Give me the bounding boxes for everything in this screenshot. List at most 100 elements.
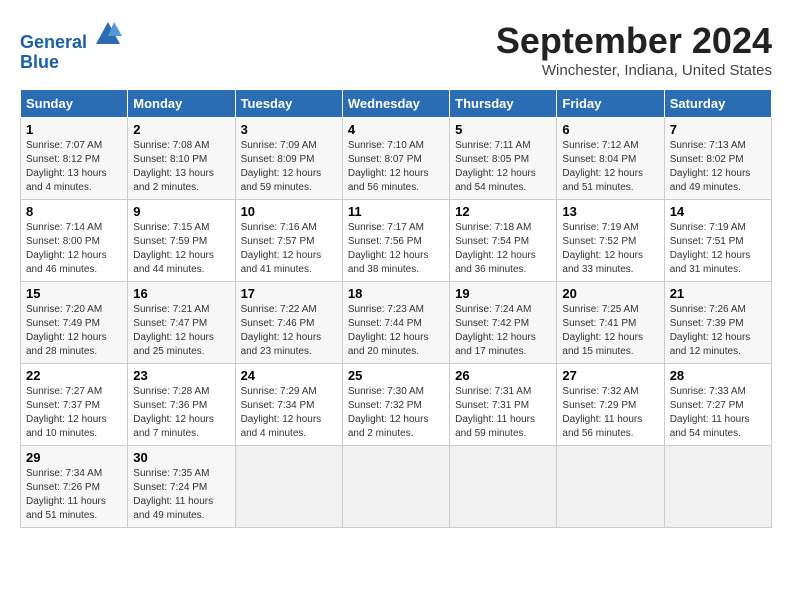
- calendar-cell: 7 Sunrise: 7:13 AMSunset: 8:02 PMDayligh…: [664, 118, 771, 200]
- day-number: 25: [348, 368, 444, 383]
- day-number: 8: [26, 204, 122, 219]
- day-info: Sunrise: 7:12 AMSunset: 8:04 PMDaylight:…: [562, 139, 658, 195]
- day-info: Sunrise: 7:14 AMSunset: 8:00 PMDaylight:…: [26, 221, 122, 277]
- calendar-week-1: 1 Sunrise: 7:07 AMSunset: 8:12 PMDayligh…: [21, 118, 772, 200]
- day-info: Sunrise: 7:28 AMSunset: 7:36 PMDaylight:…: [133, 385, 229, 441]
- header-sunday: Sunday: [21, 90, 128, 118]
- calendar-cell: 4 Sunrise: 7:10 AMSunset: 8:07 PMDayligh…: [342, 118, 449, 200]
- calendar-cell: 28 Sunrise: 7:33 AMSunset: 7:27 PMDaylig…: [664, 364, 771, 446]
- day-info: Sunrise: 7:07 AMSunset: 8:12 PMDaylight:…: [26, 139, 122, 195]
- day-number: 1: [26, 122, 122, 137]
- page-header: General Blue September 2024 Winchester, …: [20, 20, 772, 79]
- header-monday: Monday: [128, 90, 235, 118]
- day-info: Sunrise: 7:17 AMSunset: 7:56 PMDaylight:…: [348, 221, 444, 277]
- calendar-cell: 21 Sunrise: 7:26 AMSunset: 7:39 PMDaylig…: [664, 282, 771, 364]
- calendar-cell: 11 Sunrise: 7:17 AMSunset: 7:56 PMDaylig…: [342, 200, 449, 282]
- day-info: Sunrise: 7:18 AMSunset: 7:54 PMDaylight:…: [455, 221, 551, 277]
- day-info: Sunrise: 7:23 AMSunset: 7:44 PMDaylight:…: [348, 303, 444, 359]
- calendar-cell: 13 Sunrise: 7:19 AMSunset: 7:52 PMDaylig…: [557, 200, 664, 282]
- calendar-cell: [342, 446, 449, 528]
- day-info: Sunrise: 7:25 AMSunset: 7:41 PMDaylight:…: [562, 303, 658, 359]
- header-tuesday: Tuesday: [235, 90, 342, 118]
- calendar-cell: 20 Sunrise: 7:25 AMSunset: 7:41 PMDaylig…: [557, 282, 664, 364]
- calendar-cell: [557, 446, 664, 528]
- day-info: Sunrise: 7:24 AMSunset: 7:42 PMDaylight:…: [455, 303, 551, 359]
- calendar-cell: 23 Sunrise: 7:28 AMSunset: 7:36 PMDaylig…: [128, 364, 235, 446]
- day-number: 19: [455, 286, 551, 301]
- day-number: 6: [562, 122, 658, 137]
- day-info: Sunrise: 7:19 AMSunset: 7:52 PMDaylight:…: [562, 221, 658, 277]
- calendar-cell: 17 Sunrise: 7:22 AMSunset: 7:46 PMDaylig…: [235, 282, 342, 364]
- calendar-week-4: 22 Sunrise: 7:27 AMSunset: 7:37 PMDaylig…: [21, 364, 772, 446]
- calendar-cell: 29 Sunrise: 7:34 AMSunset: 7:26 PMDaylig…: [21, 446, 128, 528]
- day-number: 7: [670, 122, 766, 137]
- calendar-cell: [235, 446, 342, 528]
- day-number: 5: [455, 122, 551, 137]
- calendar-cell: 6 Sunrise: 7:12 AMSunset: 8:04 PMDayligh…: [557, 118, 664, 200]
- day-info: Sunrise: 7:16 AMSunset: 7:57 PMDaylight:…: [241, 221, 337, 277]
- day-info: Sunrise: 7:33 AMSunset: 7:27 PMDaylight:…: [670, 385, 766, 441]
- logo: General Blue: [20, 20, 122, 73]
- day-number: 10: [241, 204, 337, 219]
- day-number: 22: [26, 368, 122, 383]
- calendar-cell: [450, 446, 557, 528]
- day-info: Sunrise: 7:32 AMSunset: 7:29 PMDaylight:…: [562, 385, 658, 441]
- calendar-cell: 12 Sunrise: 7:18 AMSunset: 7:54 PMDaylig…: [450, 200, 557, 282]
- day-info: Sunrise: 7:13 AMSunset: 8:02 PMDaylight:…: [670, 139, 766, 195]
- calendar-cell: 18 Sunrise: 7:23 AMSunset: 7:44 PMDaylig…: [342, 282, 449, 364]
- calendar-cell: 19 Sunrise: 7:24 AMSunset: 7:42 PMDaylig…: [450, 282, 557, 364]
- calendar-cell: 22 Sunrise: 7:27 AMSunset: 7:37 PMDaylig…: [21, 364, 128, 446]
- calendar-cell: 25 Sunrise: 7:30 AMSunset: 7:32 PMDaylig…: [342, 364, 449, 446]
- day-info: Sunrise: 7:27 AMSunset: 7:37 PMDaylight:…: [26, 385, 122, 441]
- day-info: Sunrise: 7:08 AMSunset: 8:10 PMDaylight:…: [133, 139, 229, 195]
- day-number: 13: [562, 204, 658, 219]
- title-block: September 2024 Winchester, Indiana, Unit…: [496, 20, 772, 79]
- calendar-cell: [664, 446, 771, 528]
- day-number: 20: [562, 286, 658, 301]
- day-number: 3: [241, 122, 337, 137]
- calendar-cell: 16 Sunrise: 7:21 AMSunset: 7:47 PMDaylig…: [128, 282, 235, 364]
- calendar-cell: 8 Sunrise: 7:14 AMSunset: 8:00 PMDayligh…: [21, 200, 128, 282]
- logo-general: General: [20, 32, 87, 52]
- day-info: Sunrise: 7:20 AMSunset: 7:49 PMDaylight:…: [26, 303, 122, 359]
- day-info: Sunrise: 7:21 AMSunset: 7:47 PMDaylight:…: [133, 303, 229, 359]
- day-number: 12: [455, 204, 551, 219]
- day-info: Sunrise: 7:31 AMSunset: 7:31 PMDaylight:…: [455, 385, 551, 441]
- day-info: Sunrise: 7:29 AMSunset: 7:34 PMDaylight:…: [241, 385, 337, 441]
- day-number: 27: [562, 368, 658, 383]
- calendar-cell: 1 Sunrise: 7:07 AMSunset: 8:12 PMDayligh…: [21, 118, 128, 200]
- calendar-week-2: 8 Sunrise: 7:14 AMSunset: 8:00 PMDayligh…: [21, 200, 772, 282]
- logo-blue: Blue: [20, 53, 122, 73]
- header-friday: Friday: [557, 90, 664, 118]
- month-title: September 2024: [496, 20, 772, 62]
- day-number: 9: [133, 204, 229, 219]
- calendar-cell: 26 Sunrise: 7:31 AMSunset: 7:31 PMDaylig…: [450, 364, 557, 446]
- header-wednesday: Wednesday: [342, 90, 449, 118]
- header-thursday: Thursday: [450, 90, 557, 118]
- calendar-week-5: 29 Sunrise: 7:34 AMSunset: 7:26 PMDaylig…: [21, 446, 772, 528]
- calendar-table: Sunday Monday Tuesday Wednesday Thursday…: [20, 89, 772, 528]
- day-info: Sunrise: 7:10 AMSunset: 8:07 PMDaylight:…: [348, 139, 444, 195]
- logo-icon: [94, 20, 122, 48]
- calendar-cell: 15 Sunrise: 7:20 AMSunset: 7:49 PMDaylig…: [21, 282, 128, 364]
- day-info: Sunrise: 7:35 AMSunset: 7:24 PMDaylight:…: [133, 467, 229, 523]
- day-number: 21: [670, 286, 766, 301]
- day-info: Sunrise: 7:22 AMSunset: 7:46 PMDaylight:…: [241, 303, 337, 359]
- day-info: Sunrise: 7:26 AMSunset: 7:39 PMDaylight:…: [670, 303, 766, 359]
- day-info: Sunrise: 7:34 AMSunset: 7:26 PMDaylight:…: [26, 467, 122, 523]
- day-number: 17: [241, 286, 337, 301]
- day-number: 15: [26, 286, 122, 301]
- calendar-cell: 14 Sunrise: 7:19 AMSunset: 7:51 PMDaylig…: [664, 200, 771, 282]
- calendar-cell: 2 Sunrise: 7:08 AMSunset: 8:10 PMDayligh…: [128, 118, 235, 200]
- calendar-cell: 30 Sunrise: 7:35 AMSunset: 7:24 PMDaylig…: [128, 446, 235, 528]
- header-saturday: Saturday: [664, 90, 771, 118]
- calendar-cell: 9 Sunrise: 7:15 AMSunset: 7:59 PMDayligh…: [128, 200, 235, 282]
- day-info: Sunrise: 7:09 AMSunset: 8:09 PMDaylight:…: [241, 139, 337, 195]
- day-number: 23: [133, 368, 229, 383]
- day-number: 28: [670, 368, 766, 383]
- calendar-week-3: 15 Sunrise: 7:20 AMSunset: 7:49 PMDaylig…: [21, 282, 772, 364]
- calendar-cell: 3 Sunrise: 7:09 AMSunset: 8:09 PMDayligh…: [235, 118, 342, 200]
- day-number: 26: [455, 368, 551, 383]
- calendar-cell: 27 Sunrise: 7:32 AMSunset: 7:29 PMDaylig…: [557, 364, 664, 446]
- day-info: Sunrise: 7:19 AMSunset: 7:51 PMDaylight:…: [670, 221, 766, 277]
